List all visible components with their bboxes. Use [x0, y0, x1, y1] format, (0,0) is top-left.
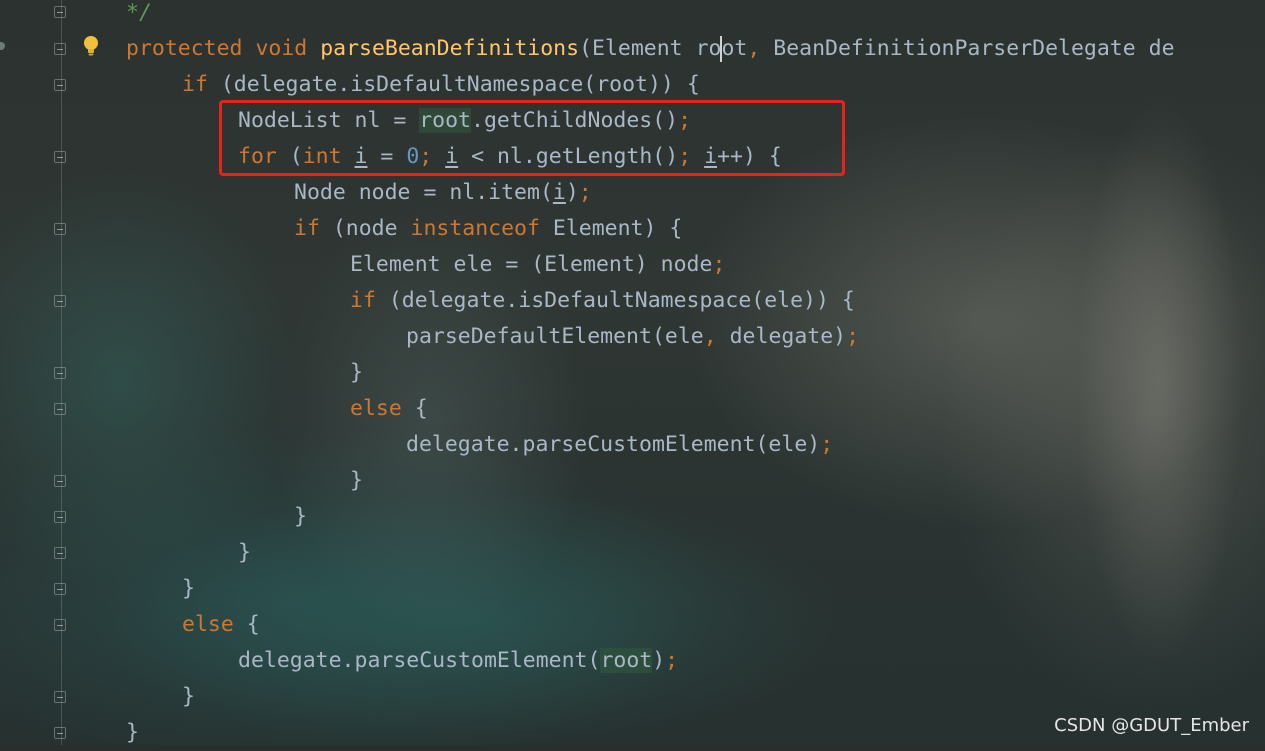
code-text: ) [652, 648, 666, 673]
keyword-token: else [350, 396, 402, 421]
code-text: ro [695, 36, 722, 61]
background-tree [1040, 0, 1265, 745]
fold-marker-icon[interactable] [54, 727, 66, 739]
punctuation-token: ; [712, 252, 726, 277]
code-text: } [294, 504, 307, 529]
fold-marker-icon[interactable] [54, 151, 66, 163]
annotation-highlight-box [219, 100, 845, 176]
code-text: } [126, 720, 139, 745]
fold-marker-icon[interactable] [54, 43, 66, 55]
code-line[interactable]: if (node instanceof Element) { [294, 211, 682, 247]
code-text: } [350, 468, 363, 493]
method-name: parseBeanDefinitions [320, 36, 580, 61]
code-text: { [401, 396, 428, 421]
code-line[interactable]: if (delegate.isDefaultNamespace(ele)) { [350, 283, 855, 319]
code-text: delegate) [716, 324, 847, 349]
keyword-token: if [182, 72, 208, 97]
code-text: (delegate.isDefaultNamespace(root)) { [207, 72, 700, 97]
fold-marker-icon[interactable] [54, 475, 66, 487]
fold-marker-icon[interactable] [54, 79, 66, 91]
code-line[interactable]: } [350, 463, 363, 499]
code-line[interactable]: } [294, 499, 307, 535]
code-text: parseDefaultElement(ele [406, 324, 704, 349]
watermark: CSDN @GDUT_Ember [1054, 715, 1249, 736]
code-text: BeanDefinitionParserDelegate de [760, 36, 1175, 61]
code-text: } [182, 576, 195, 601]
fold-marker-icon[interactable] [54, 295, 66, 307]
code-line[interactable]: } [126, 715, 139, 751]
code-line[interactable]: } [238, 535, 251, 571]
code-line[interactable]: delegate.parseCustomElement(ele); [406, 427, 833, 463]
code-line[interactable]: delegate.parseCustomElement(root); [238, 643, 678, 679]
keyword-token: if [350, 288, 376, 313]
fold-marker-icon[interactable] [54, 511, 66, 523]
breakpoint-dot[interactable] [0, 42, 5, 50]
keyword-token: instanceof [410, 216, 540, 241]
keyword-token: void [255, 36, 308, 61]
code-line[interactable]: Node node = nl.item(i); [294, 175, 592, 211]
code-text: Element ele = (Element) node [350, 252, 713, 277]
keyword-token: if [294, 216, 320, 241]
code-text: ot [721, 36, 748, 61]
highlighted-usage: root [600, 648, 653, 673]
code-text: delegate.parseCustomElement(ele) [406, 432, 821, 457]
code-text: ) [565, 180, 579, 205]
fold-marker-icon[interactable] [54, 367, 66, 379]
fold-marker-icon[interactable] [54, 619, 66, 631]
variable-token: i [552, 180, 566, 205]
punctuation-token: ; [578, 180, 592, 205]
code-text: (delegate.isDefaultNamespace(ele)) { [375, 288, 855, 313]
code-line[interactable]: } [350, 355, 363, 391]
fold-marker-icon[interactable] [54, 6, 66, 18]
code-text: } [182, 684, 195, 709]
code-line[interactable]: */ [126, 0, 152, 31]
code-text: Element) { [539, 216, 683, 241]
keyword-token: else [182, 612, 234, 637]
code-line[interactable]: if (delegate.isDefaultNamespace(root)) { [182, 67, 700, 103]
punctuation-token: ; [820, 432, 834, 457]
punctuation-token: ; [846, 324, 860, 349]
code-line[interactable]: Element ele = (Element) node; [350, 247, 725, 283]
code-text: (Element [579, 36, 696, 61]
keyword-token: protected [126, 36, 243, 61]
code-text: (node [319, 216, 411, 241]
code-text: delegate.parseCustomElement( [238, 648, 601, 673]
code-text: { [233, 612, 260, 637]
lightbulb-icon[interactable] [82, 34, 100, 58]
code-line[interactable]: } [182, 679, 195, 715]
code-line[interactable]: protected void parseBeanDefinitions(Elem… [126, 31, 1175, 67]
fold-marker-icon[interactable] [54, 547, 66, 559]
code-line[interactable]: else { [182, 607, 260, 643]
fold-marker-icon[interactable] [54, 583, 66, 595]
punctuation-token: , [747, 36, 761, 61]
comment-token: */ [126, 0, 152, 25]
code-text: } [350, 360, 363, 385]
fold-marker-icon[interactable] [54, 223, 66, 235]
code-line[interactable]: parseDefaultElement(ele, delegate); [406, 319, 859, 355]
code-text: Node node = nl.item( [294, 180, 553, 205]
code-line[interactable]: else { [350, 391, 428, 427]
punctuation-token: , [703, 324, 717, 349]
fold-marker-icon[interactable] [54, 691, 66, 703]
code-text: } [238, 540, 251, 565]
fold-marker-icon[interactable] [54, 403, 66, 415]
editor-gutter [0, 0, 112, 745]
punctuation-token: ; [665, 648, 679, 673]
code-line[interactable]: } [182, 571, 195, 607]
